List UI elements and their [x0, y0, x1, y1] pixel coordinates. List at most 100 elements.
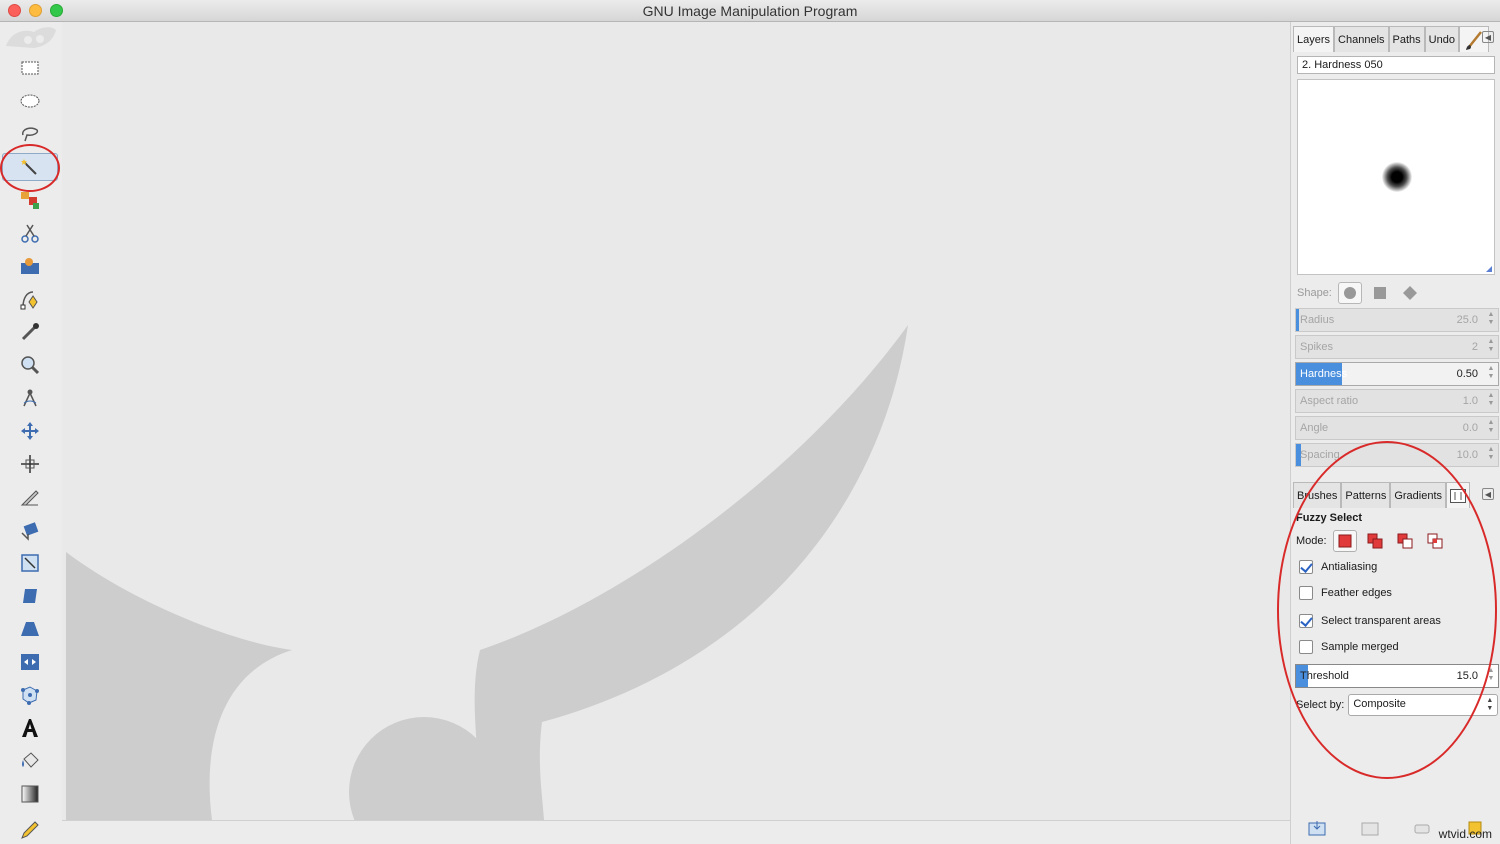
spikes-spin-icon[interactable]: ▲ ▼ — [1486, 338, 1496, 356]
shear-tool[interactable] — [14, 582, 46, 610]
tab-undo[interactable]: Undo — [1424, 26, 1459, 52]
restore-options-icon[interactable] — [1361, 820, 1379, 836]
tab-channels[interactable]: Channels — [1334, 26, 1389, 52]
delete-options-icon[interactable] — [1413, 820, 1431, 836]
dock-menu-button-bottom[interactable]: ◀ — [1482, 488, 1494, 500]
pencil-tool[interactable] — [14, 816, 46, 844]
move-icon — [21, 422, 39, 440]
add-mode-icon — [1367, 533, 1383, 549]
brush-preview — [1297, 79, 1495, 275]
mode-row: Mode: — [1296, 529, 1447, 553]
mode-subtract-button[interactable] — [1393, 530, 1417, 552]
sample-merged-checkbox[interactable] — [1299, 640, 1313, 654]
select-by-label: Select by: — [1296, 699, 1345, 711]
shape-label: Shape: — [1297, 287, 1332, 299]
mode-add-button[interactable] — [1363, 530, 1387, 552]
move-tool[interactable] — [14, 417, 46, 445]
text-tool[interactable] — [14, 714, 46, 742]
square-icon — [1373, 287, 1386, 299]
select-transparent-checkbox[interactable] — [1299, 614, 1313, 628]
spacing-slider[interactable]: Spacing 10.0 ▲ ▼ — [1295, 443, 1499, 467]
angle-spin-icon[interactable]: ▲ ▼ — [1486, 419, 1496, 437]
tab-paths[interactable]: Paths — [1388, 26, 1425, 52]
tab-gradients[interactable]: Gradients — [1390, 482, 1447, 508]
rotate-icon — [21, 522, 39, 541]
threshold-spin-icon[interactable]: ▲ ▼ — [1486, 667, 1496, 685]
tab-layers[interactable]: Layers — [1293, 26, 1335, 52]
spikes-slider[interactable]: Spikes 2 ▲ ▼ — [1295, 335, 1499, 359]
align-tool[interactable] — [14, 450, 46, 478]
aspect-ratio-slider[interactable]: Aspect ratio 1.0 ▲ ▼ — [1295, 389, 1499, 413]
dock-menu-button[interactable]: ◀ — [1482, 31, 1494, 43]
hardness-spin-icon[interactable]: ▲ ▼ — [1486, 365, 1496, 383]
shear-icon — [23, 589, 37, 603]
select-by-combo[interactable]: Composite ▲ ▼ — [1348, 694, 1499, 716]
angle-slider[interactable]: Angle 0.0 ▲ ▼ — [1295, 416, 1499, 440]
fuzzy-select-tool[interactable] — [2, 153, 58, 181]
toolbox — [0, 22, 62, 844]
save-options-icon[interactable] — [1308, 820, 1326, 836]
hardness-label: Hardness — [1300, 368, 1348, 380]
watermark-text: wtvid.com — [1438, 827, 1492, 841]
rect-select-icon — [21, 61, 39, 75]
aspect-ratio-spin-icon[interactable]: ▲ ▼ — [1486, 392, 1496, 410]
mode-replace-button[interactable] — [1332, 530, 1357, 552]
antialiasing-checkbox[interactable] — [1299, 560, 1313, 574]
brush-shape-preview — [1382, 162, 1412, 192]
magnifier-icon — [21, 356, 40, 375]
shape-square-button[interactable] — [1368, 282, 1392, 304]
spacing-spin-icon[interactable]: ▲ ▼ — [1486, 446, 1496, 464]
threshold-slider[interactable]: Threshold 15.0 ▲ ▼ — [1295, 664, 1499, 688]
foreground-select-tool[interactable] — [14, 252, 46, 280]
paths-tool[interactable] — [14, 285, 46, 313]
select-transparent-label: Select transparent areas — [1321, 615, 1441, 627]
radius-spin-icon[interactable]: ▲ ▼ — [1486, 311, 1496, 329]
rect-select-tool[interactable] — [14, 54, 46, 82]
flip-icon — [21, 654, 39, 670]
replace-mode-icon — [1338, 534, 1352, 548]
radius-slider[interactable]: Radius 25.0 ▲ ▼ — [1295, 308, 1499, 332]
wilber-background-icon — [66, 325, 908, 820]
gradient-icon — [21, 785, 39, 803]
tab-tool-options[interactable] — [1446, 482, 1471, 508]
bucket-fill-tool[interactable] — [14, 747, 46, 775]
perspective-tool[interactable] — [14, 615, 46, 643]
spacing-label: Spacing — [1300, 449, 1340, 461]
free-select-tool[interactable] — [14, 120, 46, 148]
hardness-slider[interactable]: Hardness 0.50 ▲ ▼ — [1295, 362, 1499, 386]
tool-options-icon — [1450, 488, 1467, 503]
ellipse-select-tool[interactable] — [14, 87, 46, 115]
feather-edges-option[interactable]: Feather edges — [1299, 584, 1392, 602]
select-transparent-option[interactable]: Select transparent areas — [1299, 612, 1441, 630]
shape-circle-button[interactable] — [1337, 282, 1362, 304]
canvas-status-area — [62, 820, 1290, 844]
feather-edges-checkbox[interactable] — [1299, 586, 1313, 600]
magic-wand-icon — [21, 159, 37, 175]
shape-diamond-button[interactable] — [1398, 282, 1422, 304]
tab-patterns[interactable]: Patterns — [1341, 482, 1391, 508]
mode-intersect-button[interactable] — [1423, 530, 1447, 552]
crop-tool[interactable] — [14, 483, 46, 511]
foreground-select-icon — [21, 258, 39, 274]
shape-row: Shape: — [1297, 281, 1422, 305]
zoom-tool[interactable] — [14, 351, 46, 379]
brush-name-field[interactable]: 2. Hardness 050 — [1297, 56, 1495, 74]
color-picker-tool[interactable] — [14, 318, 46, 346]
cage-transform-tool[interactable] — [14, 681, 46, 709]
image-canvas[interactable] — [62, 22, 1290, 820]
scissors-select-tool[interactable] — [14, 219, 46, 247]
sample-merged-option[interactable]: Sample merged — [1299, 638, 1399, 656]
blend-tool[interactable] — [14, 780, 46, 808]
eyedropper-icon — [21, 323, 39, 341]
flip-tool[interactable] — [14, 648, 46, 676]
rotate-tool[interactable] — [14, 516, 46, 544]
compass-icon — [23, 389, 37, 407]
resize-grip-icon[interactable] — [1486, 266, 1492, 272]
antialiasing-option[interactable]: Antialiasing — [1299, 558, 1377, 576]
color-select-tool[interactable] — [14, 186, 46, 214]
top-dock-tabs: Layers Channels Paths Undo — [1293, 26, 1489, 52]
tab-brushes[interactable]: Brushes — [1293, 482, 1342, 508]
bucket-icon — [22, 752, 39, 768]
scale-tool[interactable] — [14, 549, 46, 577]
measure-tool[interactable] — [14, 384, 46, 412]
